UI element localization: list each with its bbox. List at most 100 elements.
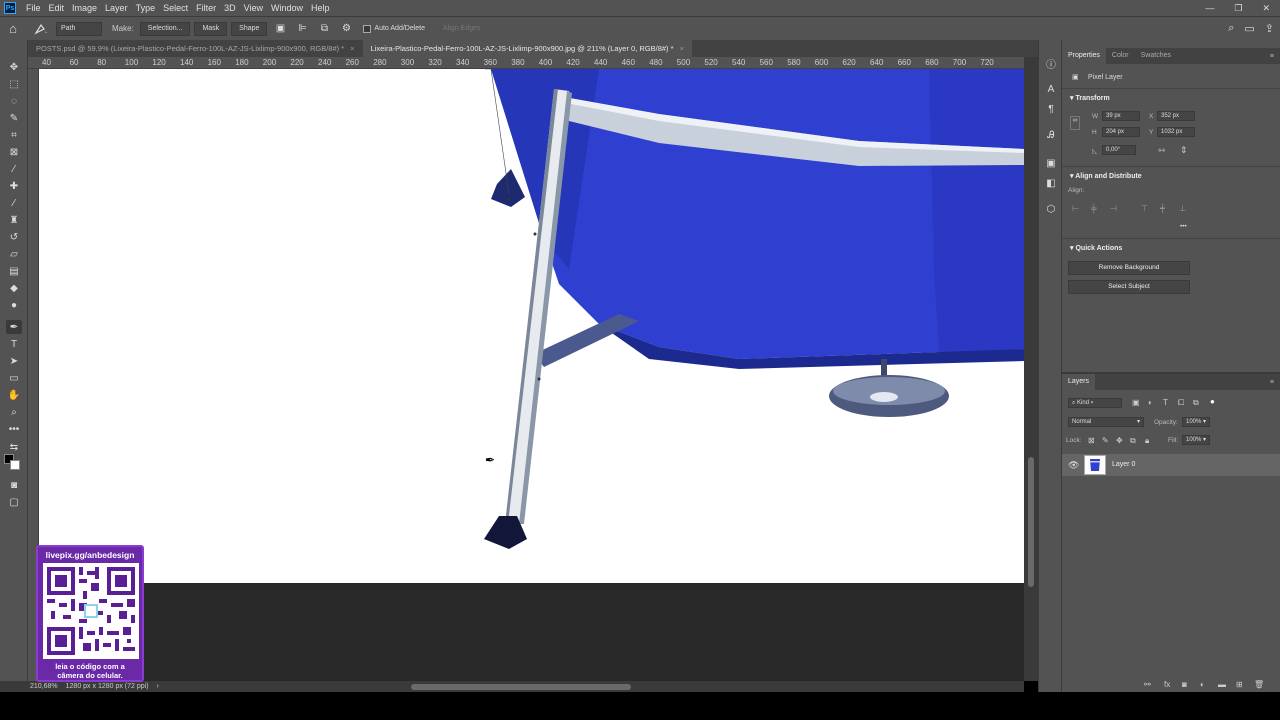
hand-tool-icon[interactable]: ✋	[6, 388, 22, 402]
path-operations-icon[interactable]: ▣	[272, 22, 288, 36]
workspace-icon[interactable]: ▭	[1244, 22, 1254, 35]
select-subject-button[interactable]: Select Subject	[1068, 280, 1190, 294]
menu-3d[interactable]: 3D	[222, 3, 242, 13]
transform-section-title[interactable]: ▾ Transform	[1070, 94, 1110, 102]
tab-properties[interactable]: Properties	[1062, 48, 1106, 64]
menu-view[interactable]: View	[242, 3, 269, 13]
vertical-scroll-thumb[interactable]	[1028, 457, 1034, 587]
lasso-tool-icon[interactable]: ◌	[6, 94, 22, 108]
new-group-icon[interactable]: ▬	[1218, 680, 1226, 689]
pen-tool-preset-icon[interactable]	[26, 21, 56, 37]
close-icon[interactable]: ✕	[1262, 3, 1270, 14]
quick-selection-tool-icon[interactable]: ✎	[6, 111, 22, 125]
crop-tool-icon[interactable]: ⌗	[6, 128, 22, 142]
auto-add-delete-checkbox[interactable]	[363, 24, 372, 33]
tab-layers[interactable]: Layers	[1062, 374, 1096, 390]
link-icon[interactable]: ∞	[1070, 116, 1080, 130]
home-icon[interactable]: ⌂	[0, 21, 26, 36]
close-tab-icon[interactable]: ×	[680, 44, 684, 53]
menu-layer[interactable]: Layer	[103, 3, 134, 13]
y-field[interactable]: 1032 px	[1157, 127, 1195, 137]
frame-tool-icon[interactable]: ⊠	[6, 145, 22, 159]
libraries-icon[interactable]: ▣	[1044, 156, 1058, 170]
adjustments-icon[interactable]: ◧	[1044, 176, 1058, 190]
make-shape-button[interactable]: Shape	[231, 21, 268, 36]
filter-smart-icon[interactable]: ⧉	[1193, 398, 1199, 408]
flip-horizontal-icon[interactable]: ⇿	[1158, 145, 1166, 156]
make-mask-button[interactable]: Mask	[194, 21, 228, 36]
menu-select[interactable]: Select	[161, 3, 194, 13]
horizontal-scroll-thumb[interactable]	[411, 684, 631, 690]
filter-adjustment-icon[interactable]: ◐	[1148, 398, 1153, 407]
lock-image-icon[interactable]: ✎	[1102, 436, 1109, 445]
rectangle-tool-icon[interactable]: ▭	[6, 371, 22, 385]
delete-layer-icon[interactable]: 🗑︎	[1254, 680, 1264, 689]
swap-colors-icon[interactable]: ⇆	[6, 440, 22, 454]
vertical-scrollbar[interactable]	[1024, 57, 1038, 681]
share-icon[interactable]: ⇪	[1265, 22, 1274, 35]
new-layer-icon[interactable]: ⊞	[1236, 680, 1243, 689]
align-top-icon[interactable]: ⊤	[1141, 204, 1151, 214]
layers-menu-icon[interactable]: ≡	[1270, 379, 1280, 386]
zoom-tool-icon[interactable]: ⌕	[6, 405, 22, 419]
panel-menu-icon[interactable]: ≡	[1270, 53, 1280, 60]
eraser-tool-icon[interactable]: ▱	[6, 247, 22, 261]
healing-brush-tool-icon[interactable]: ✚	[6, 179, 22, 193]
history-brush-tool-icon[interactable]: ↺	[6, 230, 22, 244]
layer-filter-select[interactable]: ⌕ Kind ▾	[1068, 398, 1122, 408]
blur-tool-icon[interactable]: ◆	[6, 281, 22, 295]
blend-mode-select[interactable]: Normal ▾	[1068, 417, 1144, 427]
layer-row[interactable]: 👁︎ Layer 0	[1062, 454, 1280, 476]
layer-name[interactable]: Layer 0	[1112, 461, 1135, 468]
align-section-title[interactable]: ▾ Align and Distribute	[1070, 172, 1142, 180]
tab-color[interactable]: Color	[1106, 48, 1135, 64]
quick-mask-icon[interactable]: ◙	[6, 478, 22, 492]
path-alignment-icon[interactable]: ⊫	[294, 22, 310, 36]
close-tab-icon[interactable]: ×	[350, 44, 354, 53]
marquee-tool-icon[interactable]: ⬚	[6, 77, 22, 91]
search-icon[interactable]: ⌕	[1228, 22, 1234, 35]
pen-tool-icon[interactable]: ✒	[6, 320, 22, 334]
quick-actions-title[interactable]: ▾ Quick Actions	[1070, 244, 1122, 252]
character-icon[interactable]: A	[1044, 82, 1058, 96]
remove-background-button[interactable]: Remove Background	[1068, 261, 1190, 275]
menu-window[interactable]: Window	[269, 3, 309, 13]
lock-all-icon[interactable]: 🔒︎	[1145, 436, 1149, 446]
fill-field[interactable]: 100% ▾	[1182, 435, 1210, 445]
menu-edit[interactable]: Edit	[47, 3, 71, 13]
link-layers-icon[interactable]: ⚯	[1144, 680, 1151, 689]
document-info[interactable]: 1280 px x 1280 px (72 ppi)	[66, 683, 149, 690]
align-middle-icon[interactable]: ┿	[1160, 204, 1170, 214]
make-selection-button[interactable]: Selection...	[139, 21, 191, 36]
new-adjustment-icon[interactable]: ◐	[1200, 680, 1205, 689]
filter-pixel-icon[interactable]: ▣	[1132, 398, 1140, 407]
add-mask-icon[interactable]: ◙	[1182, 680, 1187, 689]
layer-style-icon[interactable]: fx	[1164, 680, 1170, 689]
menu-file[interactable]: File	[24, 3, 47, 13]
zoom-level[interactable]: 210,68%	[30, 683, 58, 690]
canvas-area[interactable]: ✒	[39, 69, 1024, 681]
opacity-field[interactable]: 100% ▾	[1182, 417, 1210, 427]
status-arrow-icon[interactable]: ›	[157, 683, 159, 690]
tab-swatches[interactable]: Swatches	[1135, 48, 1177, 64]
height-field[interactable]: 204 px	[1102, 127, 1140, 137]
tab-posts-psd[interactable]: POSTS.psd @ 59,9% (Lixeira-Plastico-Peda…	[28, 40, 363, 57]
lock-artboard-icon[interactable]: ⧉	[1130, 436, 1136, 446]
path-selection-tool-icon[interactable]: ➤	[6, 354, 22, 368]
minimize-icon[interactable]: —	[1205, 3, 1214, 14]
gear-icon[interactable]: ⚙	[338, 22, 354, 36]
angle-field[interactable]: 0,00°	[1102, 145, 1136, 155]
filter-toggle-icon[interactable]: ●	[1210, 397, 1215, 406]
flip-vertical-icon[interactable]: ⇕	[1180, 145, 1188, 156]
align-left-icon[interactable]: ⊢	[1072, 204, 1082, 214]
glyphs-icon[interactable]: Ꭿ	[1044, 128, 1058, 142]
paragraph-icon[interactable]: ¶	[1044, 102, 1058, 116]
filter-shape-icon[interactable]: ⧠	[1178, 398, 1184, 408]
more-tools-icon[interactable]: •••	[6, 422, 22, 436]
eyedropper-tool-icon[interactable]: ⁄	[6, 162, 22, 176]
align-bottom-icon[interactable]: ⊥	[1179, 204, 1189, 214]
menu-image[interactable]: Image	[70, 3, 103, 13]
screen-mode-icon[interactable]: ▢	[6, 495, 22, 509]
type-tool-icon[interactable]: T	[6, 337, 22, 351]
info-icon[interactable]: ⓘ	[1044, 56, 1058, 71]
